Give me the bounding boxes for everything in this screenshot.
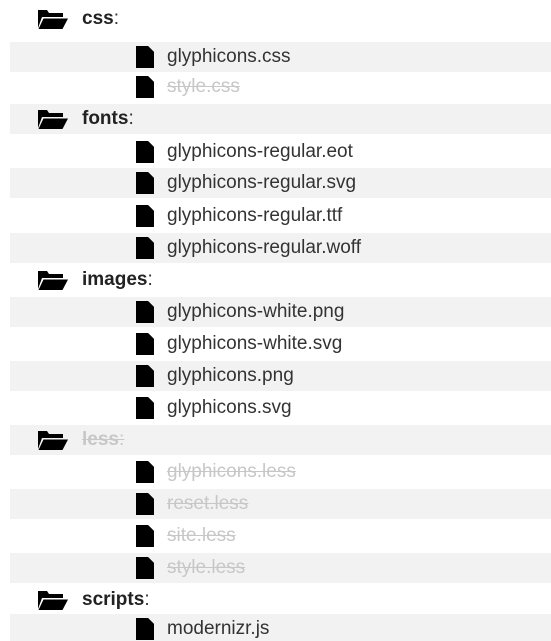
- file-icon: [136, 205, 154, 227]
- folder-open-icon: [38, 589, 68, 611]
- folder-css[interactable]: css:: [10, 4, 551, 34]
- folder-label: fonts: [82, 108, 129, 129]
- folder-separator: :: [118, 429, 125, 450]
- file-label: glyphicons-regular.ttf: [167, 205, 343, 226]
- file-glyphicons-white-svg[interactable]: glyphicons-white.svg: [10, 329, 551, 359]
- file-glyphicons-css[interactable]: glyphicons.css: [10, 42, 551, 72]
- file-label: modernizr.js: [167, 618, 270, 639]
- file-icon: [136, 333, 154, 355]
- file-site-less[interactable]: site.less: [10, 521, 551, 551]
- file-glyphicons-less[interactable]: glyphicons.less: [10, 457, 551, 487]
- folder-separator: :: [144, 589, 150, 610]
- folder-open-icon: [38, 108, 68, 130]
- file-reset-less[interactable]: reset.less: [10, 489, 551, 519]
- folder-scripts[interactable]: scripts:: [10, 585, 551, 615]
- file-label: glyphicons-regular.woff: [167, 237, 361, 258]
- file-label: glyphicons.css: [167, 46, 291, 67]
- file-label: glyphicons.png: [167, 365, 294, 386]
- file-icon: [136, 237, 154, 259]
- file-label: style.less: [167, 557, 246, 578]
- file-label: glyphicons-regular.svg: [167, 172, 357, 193]
- file-tree: css: glyphicons.css style.css fonts: gly…: [0, 0, 551, 641]
- file-label: glyphicons-white.svg: [167, 333, 343, 354]
- file-label: reset.less: [167, 493, 249, 514]
- folder-open-icon: [38, 8, 68, 30]
- file-icon: [136, 557, 154, 579]
- file-glyphicons-white-png[interactable]: glyphicons-white.png: [10, 297, 551, 327]
- file-icon: [136, 397, 154, 419]
- folder-open-icon: [38, 429, 68, 451]
- folder-separator: :: [147, 269, 153, 290]
- file-icon: [136, 301, 154, 323]
- file-label: site.less: [167, 525, 236, 546]
- file-icon: [136, 461, 154, 483]
- file-style-css[interactable]: style.css: [10, 72, 551, 102]
- file-glyphicons-regular-eot[interactable]: glyphicons-regular.eot: [10, 137, 551, 167]
- file-glyphicons-regular-woff[interactable]: glyphicons-regular.woff: [10, 233, 551, 263]
- folder-separator: :: [128, 108, 134, 129]
- file-label: glyphicons-regular.eot: [167, 141, 353, 162]
- file-glyphicons-svg[interactable]: glyphicons.svg: [10, 393, 551, 423]
- file-style-less[interactable]: style.less: [10, 553, 551, 583]
- file-icon: [136, 493, 154, 515]
- file-label: glyphicons-white.png: [167, 301, 345, 322]
- file-glyphicons-png[interactable]: glyphicons.png: [10, 361, 551, 391]
- folder-label: images: [82, 269, 148, 290]
- file-modernizr-js[interactable]: modernizr.js: [10, 614, 551, 641]
- folder-label: css: [82, 8, 114, 29]
- file-icon: [136, 365, 154, 387]
- folder-fonts[interactable]: fonts:: [10, 104, 551, 134]
- folder-label: less: [82, 429, 119, 450]
- folder-open-icon: [38, 269, 68, 291]
- folder-separator: :: [113, 8, 119, 29]
- folder-images[interactable]: images:: [10, 265, 551, 295]
- file-label: style.css: [167, 76, 240, 97]
- folder-less[interactable]: less:: [10, 425, 551, 455]
- file-icon: [136, 141, 154, 163]
- file-icon: [136, 525, 154, 547]
- file-icon: [136, 46, 154, 68]
- file-label: glyphicons.svg: [167, 397, 292, 418]
- file-label: glyphicons.less: [167, 461, 296, 482]
- file-icon: [136, 172, 154, 194]
- file-glyphicons-regular-ttf[interactable]: glyphicons-regular.ttf: [10, 201, 551, 231]
- folder-label: scripts: [82, 589, 145, 610]
- file-icon: [136, 618, 154, 640]
- file-glyphicons-regular-svg[interactable]: glyphicons-regular.svg: [10, 168, 551, 198]
- file-icon: [136, 76, 154, 98]
